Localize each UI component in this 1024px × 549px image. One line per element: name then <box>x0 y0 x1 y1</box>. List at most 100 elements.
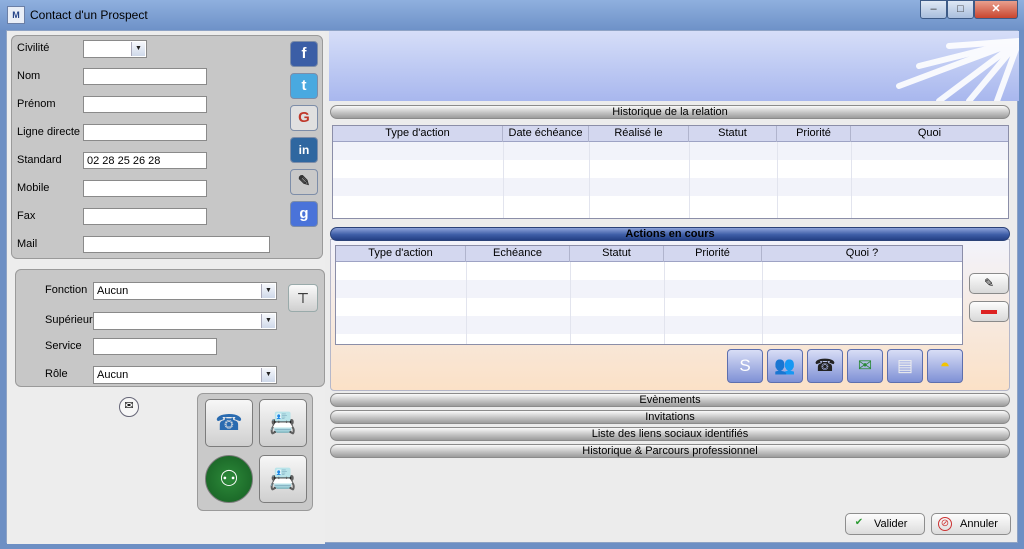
column-header[interactable]: Statut <box>570 246 664 262</box>
chevron-down-icon: ▼ <box>261 314 275 328</box>
table-row[interactable] <box>333 142 1008 160</box>
left-pane: Civilité ▼ Nom Prénom Ligne directe Stan… <box>7 31 325 544</box>
table-row[interactable] <box>336 298 962 316</box>
column-divider <box>570 262 571 344</box>
maximize-button[interactable]: □ <box>947 0 974 19</box>
fax-input[interactable] <box>83 208 207 225</box>
email-icon[interactable]: ✉ <box>847 349 883 383</box>
minimize-button[interactable]: – <box>920 0 947 19</box>
label-standard: Standard <box>17 154 62 166</box>
chevron-down-icon: ▼ <box>131 42 145 56</box>
skype-icon[interactable]: S <box>727 349 763 383</box>
section-invitations[interactable]: Invitations <box>330 410 1010 424</box>
role-value: Aucun <box>97 369 129 381</box>
edit-action-button[interactable]: ✎ <box>969 273 1009 294</box>
label-mobile: Mobile <box>17 182 50 194</box>
table-row[interactable] <box>336 280 962 298</box>
table-row[interactable] <box>336 316 962 334</box>
header-banner <box>329 31 1019 101</box>
section-historique[interactable]: Historique de la relation <box>330 105 1010 119</box>
label-role: Rôle <box>45 368 68 380</box>
meeting-icon[interactable]: ⚇ <box>205 455 253 503</box>
column-divider <box>689 142 690 218</box>
label-nom: Nom <box>17 70 41 82</box>
service-input[interactable] <box>93 338 217 355</box>
helmet-icon[interactable]: ◓ <box>927 349 963 383</box>
column-divider <box>589 142 590 218</box>
column-header[interactable]: Quoi <box>851 126 1008 142</box>
linkedin-icon[interactable]: in <box>290 137 318 163</box>
minus-icon <box>981 309 997 314</box>
historique-table: Type d'action Date échéance Réalisé le S… <box>332 125 1009 219</box>
label-service: Service <box>45 340 82 352</box>
org-chart-icon[interactable]: ⊤ <box>288 284 318 312</box>
column-divider <box>466 262 467 344</box>
label-prenom: Prénom <box>17 98 56 110</box>
check-icon: ✔ <box>854 517 864 528</box>
annuler-button[interactable]: ⊘ Annuler <box>931 513 1011 535</box>
section-evenements[interactable]: Evènements <box>330 393 1010 407</box>
historique-header: Type d'action Date échéance Réalisé le S… <box>333 126 1008 142</box>
column-divider <box>777 142 778 218</box>
contact-card-icon[interactable]: 📇 <box>259 399 307 447</box>
window-title: Contact d'un Prospect <box>30 8 148 22</box>
google-icon[interactable]: g <box>290 201 318 227</box>
phone-transfer-icon[interactable]: ☎ <box>205 399 253 447</box>
actions-header: Type d'action Echéance Statut Priorité Q… <box>336 246 962 262</box>
contact-card-icon[interactable]: 📇 <box>259 455 307 503</box>
civilite-select[interactable]: ▼ <box>83 40 147 58</box>
column-header[interactable]: Type d'action <box>336 246 466 262</box>
right-pane: Historique de la relation Type d'action … <box>329 31 1019 544</box>
column-header[interactable]: Date échéance <box>503 126 589 142</box>
column-header[interactable]: Statut <box>689 126 777 142</box>
label-civilite: Civilité <box>17 42 50 54</box>
column-divider <box>851 142 852 218</box>
valider-button[interactable]: ✔ Valider <box>845 513 925 535</box>
delete-action-button[interactable] <box>969 301 1009 322</box>
label-ligne-directe: Ligne directe <box>17 126 80 138</box>
column-header[interactable]: Echéance <box>466 246 570 262</box>
rays-decoration <box>896 38 1019 101</box>
viadeo-icon[interactable]: G <box>290 105 318 131</box>
table-row[interactable] <box>333 178 1008 196</box>
prenom-input[interactable] <box>83 96 207 113</box>
superieur-select[interactable]: ▼ <box>93 312 277 330</box>
window-client: Civilité ▼ Nom Prénom Ligne directe Stan… <box>6 30 1019 544</box>
mail-input[interactable] <box>83 236 270 253</box>
column-header[interactable]: Priorité <box>664 246 762 262</box>
column-divider <box>762 262 763 344</box>
section-actions[interactable]: Actions en cours <box>330 227 1010 241</box>
column-divider <box>503 142 504 218</box>
column-divider <box>664 262 665 344</box>
actions-table: Type d'action Echéance Statut Priorité Q… <box>335 245 963 345</box>
ligne-directe-input[interactable] <box>83 124 207 141</box>
envelope-icon[interactable]: ✉ <box>119 397 139 417</box>
documents-icon[interactable]: ▤ <box>887 349 923 383</box>
column-header[interactable]: Priorité <box>777 126 851 142</box>
twitter-icon[interactable]: t <box>290 73 318 99</box>
people-icon[interactable]: 👥 <box>767 349 803 383</box>
chevron-down-icon: ▼ <box>261 368 275 382</box>
role-select[interactable]: Aucun ▼ <box>93 366 277 384</box>
table-row[interactable] <box>333 160 1008 178</box>
column-header[interactable]: Réalisé le <box>589 126 689 142</box>
facebook-icon[interactable]: f <box>290 41 318 67</box>
table-row[interactable] <box>333 196 1008 214</box>
standard-input[interactable] <box>83 152 207 169</box>
section-parcours[interactable]: Historique & Parcours professionnel <box>330 444 1010 458</box>
fonction-select[interactable]: Aucun ▼ <box>93 282 277 300</box>
phone-icon[interactable]: ☎ <box>807 349 843 383</box>
nom-input[interactable] <box>83 68 207 85</box>
title-bar: M Contact d'un Prospect – □ ✕ <box>0 0 1024 30</box>
label-mail: Mail <box>17 238 38 250</box>
section-liens[interactable]: Liste des liens sociaux identifiés <box>330 427 1010 441</box>
column-header[interactable]: Type d'action <box>333 126 503 142</box>
mobile-input[interactable] <box>83 180 207 197</box>
column-header[interactable]: Quoi ? <box>762 246 962 262</box>
label-fax: Fax <box>17 210 36 222</box>
label-fonction: Fonction <box>45 284 88 296</box>
table-row[interactable] <box>336 262 962 280</box>
fonction-value: Aucun <box>97 285 129 297</box>
pen-icon[interactable]: ✎ <box>290 169 318 195</box>
close-button[interactable]: ✕ <box>974 0 1018 19</box>
